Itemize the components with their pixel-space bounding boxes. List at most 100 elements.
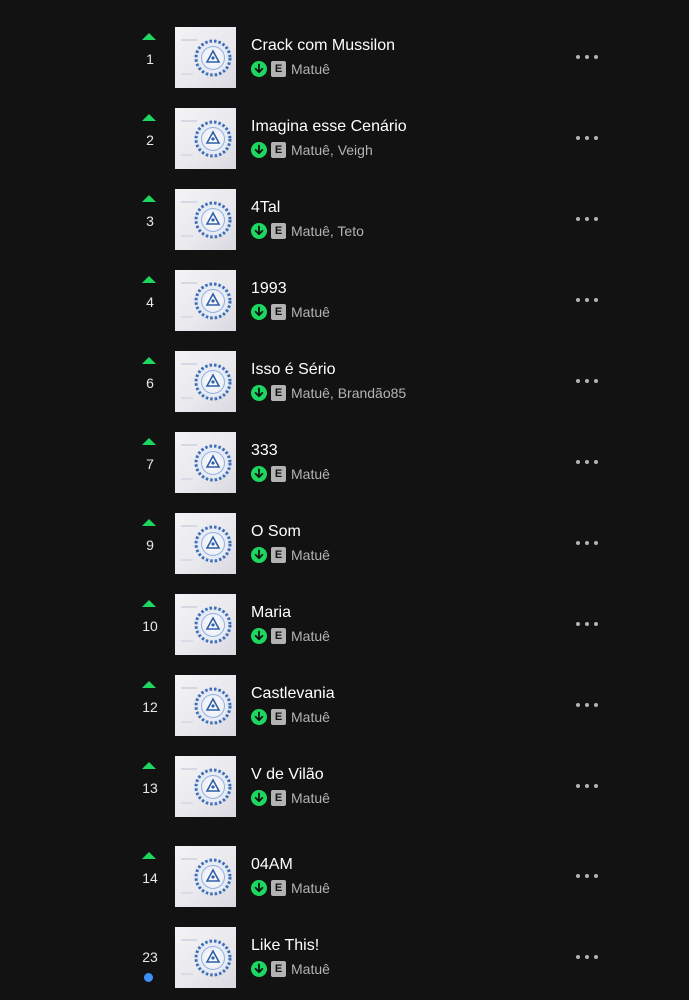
more-options-icon[interactable] <box>576 697 598 713</box>
track-artists: Matuê <box>291 61 330 77</box>
explicit-badge: E <box>271 628 286 644</box>
track-artists: Matuê <box>291 466 330 482</box>
trend-up-icon <box>142 852 156 859</box>
more-options-icon[interactable] <box>576 373 598 389</box>
explicit-badge: E <box>271 961 286 977</box>
explicit-badge: E <box>271 466 286 482</box>
track-title: Isso é Sério <box>251 361 336 378</box>
track-artists: Matuê, Veigh <box>291 142 373 158</box>
explicit-badge: E <box>271 304 286 320</box>
track-title: Maria <box>251 604 292 621</box>
explicit-badge: E <box>271 142 286 158</box>
track-row[interactable]: 7 333 E Matuê <box>0 432 689 496</box>
trend-up-icon <box>142 357 156 364</box>
track-row[interactable]: 10 Maria E Matuê <box>0 594 689 658</box>
track-row[interactable]: 2 Imagina esse Cenário E Matuê, Veigh <box>0 108 689 172</box>
track-title: Imagina esse Cenário <box>251 118 407 135</box>
download-icon <box>251 142 267 158</box>
download-icon <box>251 223 267 239</box>
track-row[interactable]: 13 V de Vilão E Matuê <box>0 756 689 820</box>
rank-column: 23 <box>132 927 168 991</box>
more-options-icon[interactable] <box>576 535 598 551</box>
rank-number: 7 <box>146 456 154 472</box>
more-options-icon[interactable] <box>576 211 598 227</box>
track-artists: Matuê <box>291 304 330 320</box>
album-cover <box>175 351 236 412</box>
rank-column: 13 <box>132 756 168 820</box>
track-title: O Som <box>251 523 301 540</box>
track-artists: Matuê <box>291 628 330 644</box>
rank-number: 14 <box>142 870 158 886</box>
track-title: 4Tal <box>251 199 281 216</box>
rank-number: 1 <box>146 51 154 67</box>
track-title: 333 <box>251 442 278 459</box>
download-icon <box>251 628 267 644</box>
trend-up-icon <box>142 438 156 445</box>
rank-number: 2 <box>146 132 154 148</box>
explicit-badge: E <box>271 880 286 896</box>
more-options-icon[interactable] <box>576 292 598 308</box>
rank-number: 10 <box>142 618 158 634</box>
album-cover <box>175 756 236 817</box>
explicit-badge: E <box>271 223 286 239</box>
trend-up-icon <box>142 114 156 121</box>
track-row[interactable]: 23 Like This! E Matuê <box>0 927 689 991</box>
explicit-badge: E <box>271 61 286 77</box>
more-options-icon[interactable] <box>576 454 598 470</box>
rank-number: 9 <box>146 537 154 553</box>
more-options-icon[interactable] <box>576 616 598 632</box>
track-row[interactable]: 14 04AM E Matuê <box>0 846 689 910</box>
track-title: Crack com Mussilon <box>251 37 396 54</box>
track-row[interactable]: 3 4Tal E Matuê, Teto <box>0 189 689 253</box>
album-cover <box>175 594 236 655</box>
track-list: 1 Crack com Mussilon E Matuê 2 Imagina e… <box>0 0 689 1000</box>
rank-column: 4 <box>132 270 168 334</box>
trend-up-icon <box>142 762 156 769</box>
album-cover <box>175 513 236 574</box>
track-artists: Matuê <box>291 709 330 725</box>
track-title: Castlevania <box>251 685 335 702</box>
track-title: V de Vilão <box>251 766 324 783</box>
download-icon <box>251 385 267 401</box>
new-entry-dot-icon <box>144 973 153 982</box>
rank-column: 2 <box>132 108 168 172</box>
more-options-icon[interactable] <box>576 130 598 146</box>
track-row[interactable]: 12 Castlevania E Matuê <box>0 675 689 739</box>
album-cover <box>175 432 236 493</box>
explicit-badge: E <box>271 790 286 806</box>
download-icon <box>251 880 267 896</box>
more-options-icon[interactable] <box>576 49 598 65</box>
rank-number: 4 <box>146 294 154 310</box>
track-title: Like This! <box>251 937 320 954</box>
track-artists: Matuê <box>291 961 330 977</box>
track-row[interactable]: 4 1993 E Matuê <box>0 270 689 334</box>
more-options-icon[interactable] <box>576 949 598 965</box>
album-cover <box>175 846 236 907</box>
explicit-badge: E <box>271 709 286 725</box>
track-row[interactable]: 6 Isso é Sério E Matuê, Brandão85 <box>0 351 689 415</box>
album-cover <box>175 270 236 331</box>
album-cover <box>175 675 236 736</box>
track-artists: Matuê, Teto <box>291 223 364 239</box>
rank-column: 7 <box>132 432 168 496</box>
rank-column: 6 <box>132 351 168 415</box>
rank-column: 14 <box>132 846 168 910</box>
rank-column: 12 <box>132 675 168 739</box>
trend-up-icon <box>142 195 156 202</box>
download-icon <box>251 961 267 977</box>
track-row[interactable]: 9 O Som E Matuê <box>0 513 689 577</box>
track-artists: Matuê <box>291 790 330 806</box>
download-icon <box>251 709 267 725</box>
rank-column: 10 <box>132 594 168 658</box>
track-artists: Matuê <box>291 880 330 896</box>
album-cover <box>175 189 236 250</box>
track-row[interactable]: 1 Crack com Mussilon E Matuê <box>0 27 689 91</box>
more-options-icon[interactable] <box>576 868 598 884</box>
rank-number: 12 <box>142 699 158 715</box>
download-icon <box>251 790 267 806</box>
more-options-icon[interactable] <box>576 778 598 794</box>
rank-column: 1 <box>132 27 168 91</box>
rank-column: 9 <box>132 513 168 577</box>
trend-up-icon <box>142 600 156 607</box>
download-icon <box>251 61 267 77</box>
